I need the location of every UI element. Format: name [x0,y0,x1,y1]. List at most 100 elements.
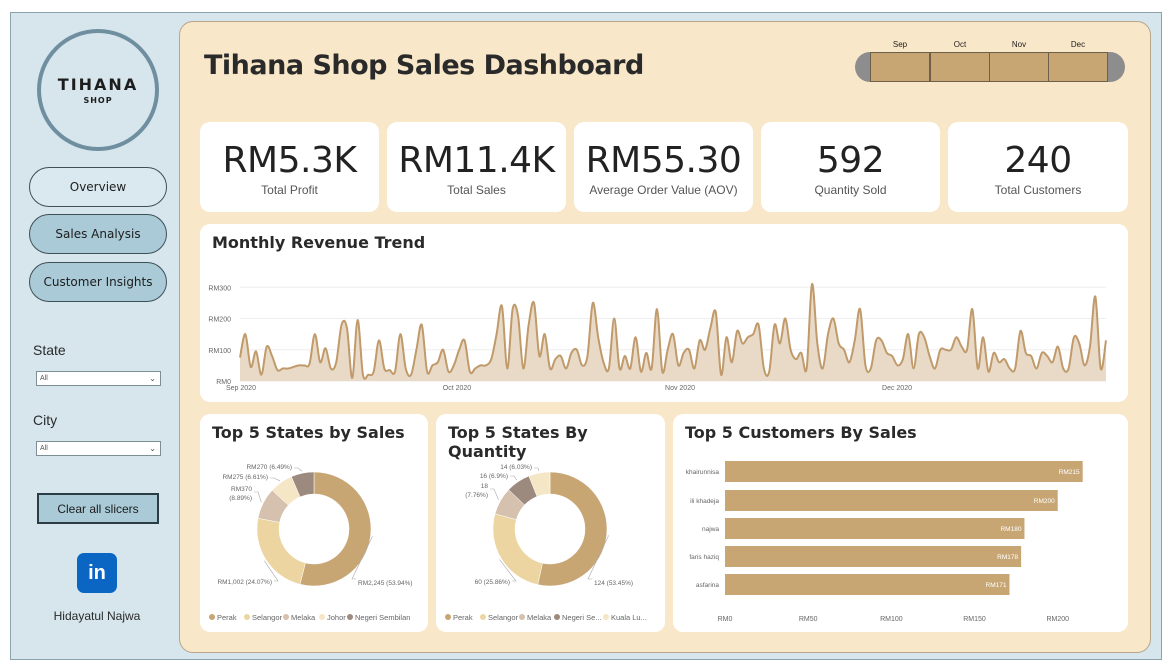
legend-marker [480,614,486,620]
bar [725,546,1022,567]
kpi-label: Average Order Value (AOV) [589,183,738,197]
legend-label: Perak [453,613,473,622]
kpi-value: RM55.30 [585,140,742,181]
brand-name: TIHANA [57,75,139,94]
kpi-aov: RM55.30 Average Order Value (AOV) [574,122,753,212]
y-tick-label: RM200 [208,317,231,324]
timeline-month-label: Nov [1011,40,1027,49]
revenue-trend-card: Monthly Revenue Trend RM0 RM100 RM200 RM300… [200,224,1128,402]
author-name: Hidayatul Najwa [53,609,141,623]
data-label: 60 (25.86%) [475,579,510,586]
x-tick-label: Oct 2020 [443,385,472,392]
category-label: faris haziq [689,554,719,561]
timeline-month-sep[interactable] [870,52,930,82]
timeline-slicer[interactable]: Sep Oct Nov Dec [855,40,1125,86]
legend-label: Johor [327,613,346,622]
x-tick-label: RM200 [1046,616,1069,623]
data-label: RM275 (6.61%) [222,474,268,481]
x-tick-label: Sep 2020 [226,385,256,392]
data-label-leader [510,475,518,481]
timeline-month-oct[interactable] [930,52,990,82]
kpi-label: Total Customers [994,183,1082,197]
state-filter-dropdown[interactable]: All ⌄ [36,371,161,386]
data-label: (8.89%) [229,495,252,502]
x-tick-label: Dec 2020 [882,385,912,392]
customers-sales-card: Top 5 Customers By Sales khairunnisa RM21… [673,414,1128,632]
legend-marker [519,614,525,620]
data-label-leader [254,491,262,503]
bar [725,461,1083,482]
customer-insights-button[interactable]: Customer Insights [29,262,167,302]
data-label-leader [270,477,281,482]
kpi-label: Total Sales [447,183,506,197]
kpi-total-sales: RM11.4K Total Sales [387,122,566,212]
donut-slice [492,513,543,585]
category-label: najwa [702,526,719,533]
kpi-label: Quantity Sold [814,183,887,197]
kpi-value: 240 [1004,140,1072,181]
brand-sub: SHOP [83,96,113,105]
kpi-total-customers: 240 Total Customers [948,122,1128,212]
kpi-label: Total Profit [261,183,318,197]
legend-marker [283,614,289,620]
linkedin-icon[interactable]: in [77,553,117,593]
clear-slicers-button[interactable]: Clear all slicers [37,493,159,524]
overview-button[interactable]: Overview [29,167,167,207]
y-tick-label: RM300 [208,285,231,292]
customers-sales-bar-chart: khairunnisa RM215 ili khadeja RM200 najwa RM1… [686,461,1083,623]
bar [725,574,1010,595]
data-label: (7.76%) [465,492,488,499]
legend-marker [603,614,609,620]
kpi-quantity-sold: 592 Quantity Sold [761,122,940,212]
state-filter-value: All [40,375,48,382]
timeline-month-dec[interactable] [1048,52,1108,82]
x-tick-label: RM100 [880,616,903,623]
legend-marker [209,614,215,620]
category-label: khairunnisa [686,469,720,476]
data-label: RM270 (6.49%) [246,464,292,471]
brand-logo: TIHANA SHOP [37,29,159,151]
kpi-value: RM11.4K [398,140,555,181]
data-label: 124 (53.45%) [594,580,633,587]
state-filter-label: State [33,342,66,358]
kpi-value: 592 [816,140,885,181]
data-label: RM1,002 (24.07%) [217,579,272,586]
city-filter-label: City [33,412,58,428]
chevron-down-icon: ⌄ [149,444,156,453]
legend-label: Perak [217,613,237,622]
data-label-leader [294,467,303,472]
x-tick-label: RM0 [718,616,733,623]
timeline-month-nov[interactable] [989,52,1049,82]
timeline-month-label: Dec [1070,40,1086,49]
legend-label: Selangor [488,613,519,622]
states-quantity-donut: 124 (53.45%) 60 (25.86%) 18 (7.76%) 16 (6.9%… [445,464,647,622]
chevron-down-icon: ⌄ [149,374,156,383]
legend-label: Negeri Sembilan [355,613,410,622]
data-label: RM370 [231,486,252,493]
legend-label: Kuala Lu... [611,613,647,622]
legend-marker [319,614,325,620]
data-label: 16 (6.9%) [480,473,508,480]
legend-label: Melaka [527,613,552,622]
bar [725,490,1058,511]
timeline-month-label: Oct [953,40,967,49]
bar-value-label: RM171 [986,582,1007,589]
donut-slice [256,517,306,585]
kpi-total-profit: RM5.3K Total Profit [200,122,379,212]
data-label: 18 [481,483,489,490]
states-sales-card: Top 5 States by Sales RM2,245 (53.94%) RM… [200,414,428,632]
city-filter-value: All [40,445,48,452]
dashboard-frame: TIHANA SHOP Overview Sales Analysis Cust… [10,12,1162,660]
bar-value-label: RM180 [1000,526,1021,533]
revenue-area [240,283,1106,381]
category-label: ili khadeja [690,498,719,505]
page-title: Tihana Shop Sales Dashboard [204,50,644,81]
legend-marker [244,614,250,620]
bar-value-label: RM200 [1034,498,1055,505]
legend-marker [347,614,353,620]
city-filter-dropdown[interactable]: All ⌄ [36,441,161,456]
legend-marker [554,614,560,620]
kpi-value: RM5.3K [222,140,357,181]
sales-analysis-button[interactable]: Sales Analysis [29,214,167,254]
sidebar: TIHANA SHOP Overview Sales Analysis Cust… [11,13,179,659]
